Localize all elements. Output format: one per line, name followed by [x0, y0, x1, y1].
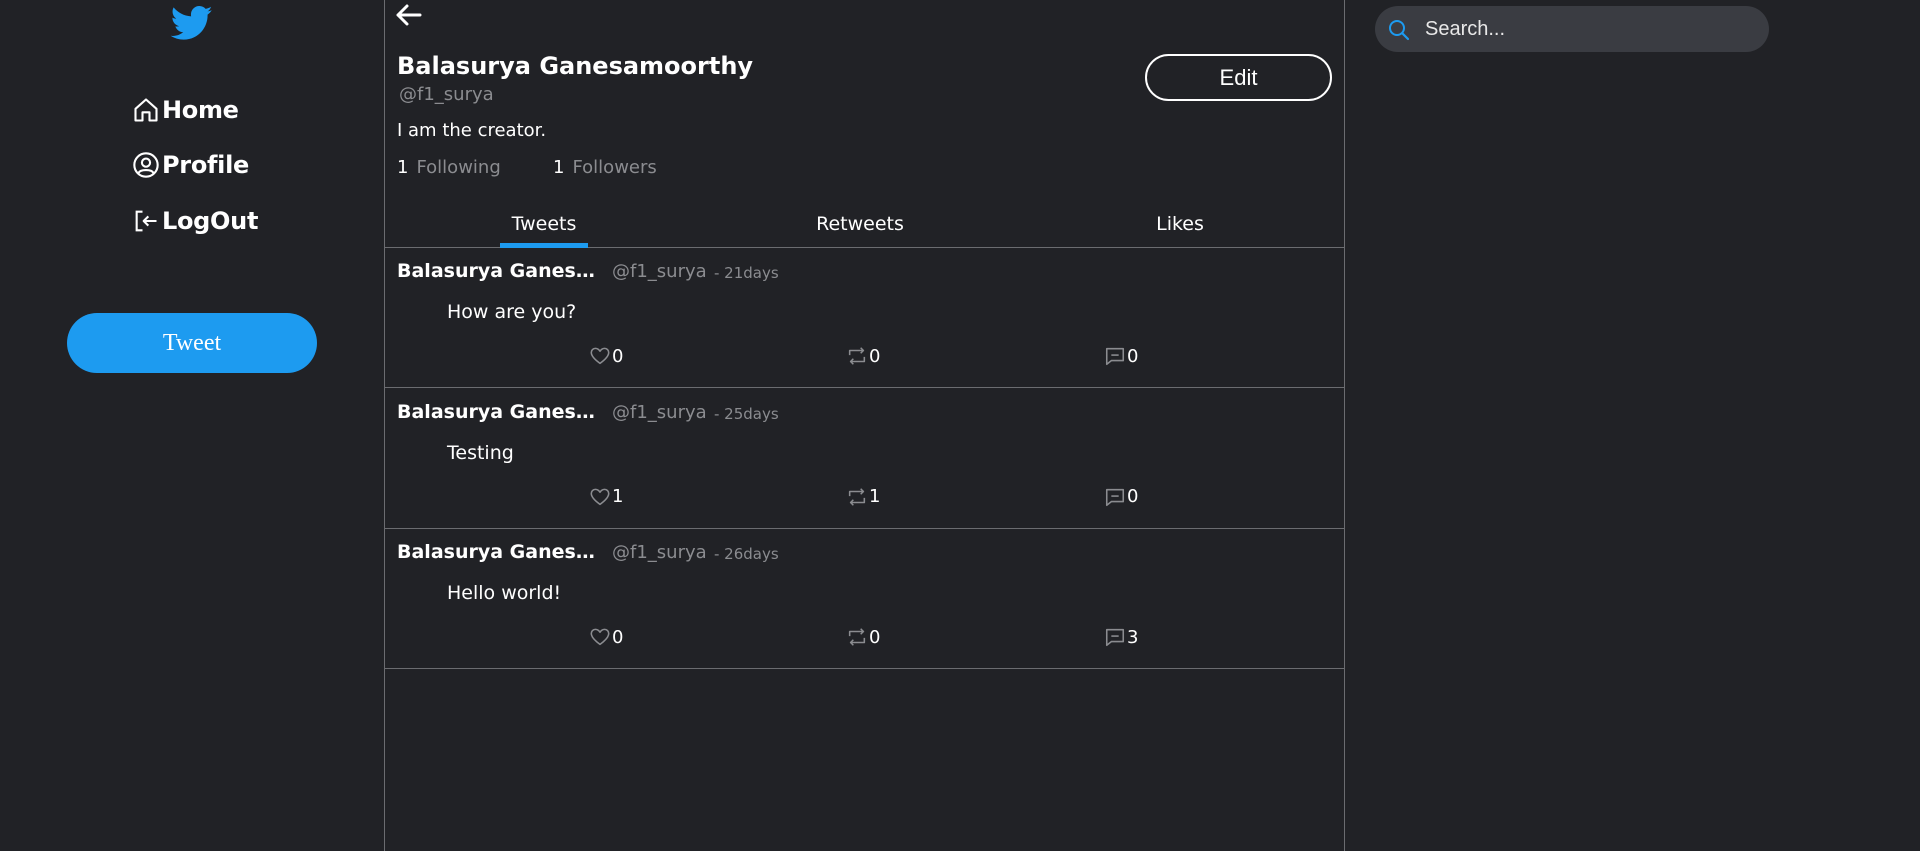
twitter-bird-icon[interactable]: [168, 2, 216, 44]
tweet-time: - 25days: [714, 404, 779, 423]
like-count: 0: [612, 626, 624, 648]
tweet-item[interactable]: Balasurya Ganesamoorthy @f1_surya - 26da…: [385, 529, 1345, 669]
sidebar-item-label: LogOut: [162, 207, 259, 235]
sidebar-item-profile[interactable]: Profile: [132, 147, 249, 183]
like-button[interactable]: 0: [589, 625, 623, 649]
followers-stat[interactable]: 1 Followers: [553, 157, 657, 178]
profile-main: Balasurya Ganesamoorthy @f1_surya Edit I…: [384, 0, 1345, 851]
profile-bio: I am the creator.: [397, 120, 547, 141]
like-count: 1: [612, 486, 624, 507]
tweet-text: Hello world!: [447, 582, 562, 604]
logout-icon: [135, 210, 157, 232]
edit-profile-button[interactable]: Edit: [1145, 54, 1332, 101]
tweet-author: Balasurya Ganesamoorthy: [397, 541, 607, 563]
tweet-author: Balasurya Ganesamoorthy: [397, 260, 607, 282]
following-stat[interactable]: 1 Following: [397, 157, 501, 178]
retweet-icon: [848, 487, 866, 506]
retweet-count: 0: [869, 626, 881, 648]
search-bar: [1375, 6, 1769, 52]
comment-button[interactable]: 0: [1104, 485, 1138, 509]
search-input[interactable]: [1425, 6, 1755, 52]
tweet-handle: @f1_surya: [612, 542, 707, 563]
following-label: Following: [416, 157, 501, 178]
tweet-item[interactable]: Balasurya Ganesamoorthy @f1_surya - 25da…: [385, 389, 1345, 529]
sidebar-item-logout[interactable]: LogOut: [132, 203, 258, 239]
retweet-icon: [848, 628, 866, 646]
tab-retweets[interactable]: Retweets: [785, 200, 935, 248]
tweet-item[interactable]: Balasurya Ganesamoorthy @f1_surya - 21da…: [385, 248, 1345, 388]
sidebar-item-label: Profile: [162, 151, 249, 179]
heart-icon: [590, 347, 610, 365]
like-count: 0: [612, 345, 624, 367]
retweet-count: 0: [869, 345, 881, 367]
tweet-text: How are you?: [447, 301, 577, 323]
tweet-button[interactable]: Tweet: [67, 313, 317, 373]
retweet-icon: [848, 347, 866, 365]
retweet-button[interactable]: 1: [846, 485, 880, 509]
heart-icon: [590, 488, 610, 505]
sidebar-item-home[interactable]: Home: [132, 92, 239, 128]
retweet-button[interactable]: 0: [846, 344, 880, 368]
search-icon: [1389, 20, 1410, 41]
comment-button[interactable]: 0: [1104, 344, 1138, 368]
like-button[interactable]: 1: [589, 485, 623, 509]
app: Home Profile LogOut Tweet Balasurya Gane…: [0, 0, 1920, 851]
home-icon: [134, 98, 158, 122]
tweet-handle: @f1_surya: [612, 401, 707, 423]
comment-button[interactable]: 3: [1104, 625, 1138, 649]
followers-count: 1: [553, 157, 565, 178]
arrow-left-icon[interactable]: [393, 2, 423, 28]
user-circle-icon: [133, 152, 159, 178]
tweet-time: - 26days: [714, 545, 779, 563]
profile-name: Balasurya Ganesamoorthy: [397, 52, 754, 80]
tab-tweets[interactable]: Tweets: [500, 200, 588, 248]
tweet-text: Testing: [447, 441, 514, 464]
tweet-time: - 21days: [714, 264, 779, 282]
retweet-count: 1: [869, 486, 881, 507]
tab-likes[interactable]: Likes: [1105, 200, 1255, 248]
retweet-button[interactable]: 0: [846, 625, 880, 649]
comment-count: 3: [1127, 626, 1139, 648]
heart-icon: [590, 628, 610, 646]
comment-icon: [1105, 347, 1125, 366]
profile-tabs: Tweets Retweets Likes: [385, 200, 1345, 248]
followers-label: Followers: [572, 157, 657, 178]
comment-icon: [1105, 488, 1125, 506]
tweet-author: Balasurya Ganesamoorthy: [397, 400, 607, 423]
comment-icon: [1105, 628, 1125, 647]
sidebar-item-label: Home: [162, 96, 239, 124]
comment-count: 0: [1127, 345, 1139, 367]
like-button[interactable]: 0: [589, 344, 623, 368]
sidebar: Home Profile LogOut Tweet: [0, 0, 384, 851]
following-count: 1: [397, 157, 409, 178]
comment-count: 0: [1127, 486, 1139, 507]
tweet-handle: @f1_surya: [612, 261, 707, 282]
profile-handle: @f1_surya: [399, 84, 494, 105]
